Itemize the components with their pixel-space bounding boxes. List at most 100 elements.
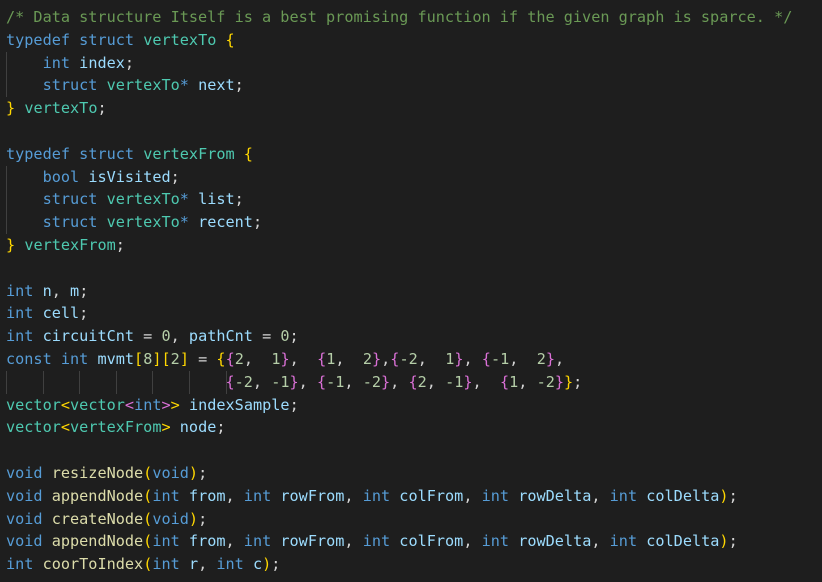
code-line[interactable]: struct vertexTo* list; [0, 188, 822, 212]
indent-guide [6, 211, 7, 234]
code-line[interactable]: bool isVisited; [0, 165, 822, 189]
code-token: m [70, 281, 80, 300]
code-line[interactable]: vector<vertexFrom> node; [0, 416, 822, 439]
code-line[interactable]: void appendNode(int from, int rowFrom, i… [0, 530, 822, 553]
code-line[interactable]: {-2, -1}, {-1, -2}, {2, -1}, {1, -2}}; [0, 370, 822, 394]
code-token: vertexTo [24, 99, 98, 118]
code-token: struct [79, 144, 135, 163]
code-line[interactable]: void resizeNode(void); [0, 462, 822, 485]
code-line[interactable]: void createNode(void); [0, 508, 822, 531]
code-token: int [6, 304, 34, 323]
code-line[interactable]: int index; [0, 51, 822, 75]
code-token: isVisited [88, 167, 171, 186]
code-token: 1 [445, 349, 455, 368]
code-token: void [6, 509, 43, 528]
code-token: , [518, 372, 537, 391]
code-token: node [179, 418, 217, 437]
indent-guide [42, 370, 44, 394]
code-token: colFrom [399, 532, 464, 551]
indent-guide [6, 188, 7, 212]
code-line[interactable]: typedef struct vertexTo { [0, 29, 822, 52]
code-line[interactable]: int circuitCnt = 0, pathCnt = 0; [0, 325, 822, 348]
code-line[interactable]: void appendNode(int from, int rowFrom, i… [0, 485, 822, 508]
code-line[interactable]: vector<vector<int>> indexSample; [0, 394, 822, 417]
code-line[interactable]: typedef struct vertexFrom { [0, 143, 822, 166]
code-line[interactable]: int cell; [0, 302, 822, 325]
code-token: typedef [6, 144, 71, 163]
code-token: ( [143, 509, 153, 528]
code-token: ; [289, 327, 299, 346]
code-editor[interactable]: /* Data structure Itself is a best promi… [0, 6, 822, 582]
code-token: ( [143, 463, 153, 482]
code-line[interactable]: int coorToIndex(int r, int c); [0, 553, 822, 576]
code-line[interactable]: } vertexFrom; [0, 234, 822, 257]
code-token: } [280, 349, 290, 368]
code-token: < [60, 395, 71, 414]
code-token: rowFrom [280, 532, 345, 551]
code-token: , [298, 372, 317, 391]
indent-guide [6, 370, 7, 394]
code-token: from [188, 486, 226, 505]
code-token: ) [262, 555, 272, 574]
code-line[interactable] [0, 439, 822, 462]
code-token: , [390, 372, 409, 391]
code-token: * [179, 213, 189, 232]
code-token: vector [6, 395, 61, 414]
code-token: const [6, 349, 52, 368]
code-token: -1 [271, 372, 290, 391]
code-token: ; [198, 463, 208, 482]
code-line[interactable]: struct vertexTo* next; [0, 74, 822, 98]
code-token: < [124, 395, 135, 414]
code-token: int [152, 532, 180, 551]
code-token: void [6, 486, 43, 505]
code-token: * [179, 190, 189, 209]
code-token: void [6, 463, 43, 482]
code-token: , [344, 372, 363, 391]
code-token: pathCnt [188, 327, 253, 346]
code-token: struct [42, 190, 98, 209]
code-token: = [252, 327, 281, 346]
code-token: rowDelta [518, 532, 592, 551]
code-token: ; [97, 99, 107, 118]
code-line[interactable]: const int mvmt[8][2] = {{2, 1}, {1, 2},{… [0, 348, 822, 371]
code-token: from [188, 532, 226, 551]
code-line[interactable]: int n, m; [0, 280, 822, 303]
code-token: , [472, 372, 500, 391]
code-line[interactable]: /* Data structure Itself is a best promi… [0, 6, 822, 29]
code-token: vertexFrom [24, 235, 116, 254]
code-token: int [243, 486, 272, 505]
code-token: , [509, 349, 537, 368]
code-token: colDelta [646, 532, 720, 551]
code-token: , [225, 486, 244, 505]
code-token: ; [216, 418, 226, 437]
code-token: } [6, 99, 16, 118]
code-line[interactable]: struct vertexTo* recent; [0, 211, 822, 234]
code-token: { [225, 30, 235, 49]
code-line[interactable]: } vertexTo; [0, 97, 822, 120]
code-line[interactable] [0, 120, 822, 143]
code-line[interactable] [0, 257, 822, 280]
code-token: int [609, 532, 638, 551]
code-token: vector [70, 395, 125, 414]
code-token: 2 [362, 349, 372, 368]
code-token: -1 [490, 349, 510, 368]
code-token: colFrom [399, 486, 464, 505]
code-token: rowDelta [518, 486, 592, 505]
code-token: ; [252, 213, 263, 232]
code-token: int [362, 532, 391, 551]
code-token: bool [42, 167, 80, 186]
code-token: struct [42, 76, 98, 95]
code-token: int [6, 281, 34, 300]
